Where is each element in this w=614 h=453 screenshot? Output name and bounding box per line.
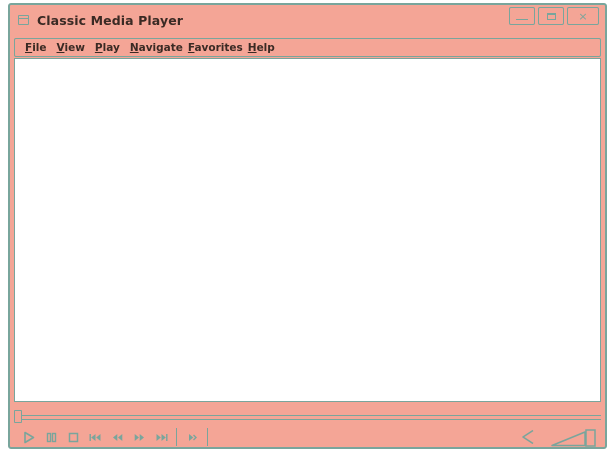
menu-view[interactable]: View [57, 42, 85, 54]
close-button[interactable]: × [567, 7, 599, 25]
title-bar[interactable]: Classic Media Player × [10, 5, 605, 37]
minimize-icon [516, 19, 528, 20]
menu-bar: File View Play Navigate Favorites Help [14, 38, 601, 57]
skip-back-icon [89, 433, 100, 441]
seek-thumb[interactable] [14, 410, 22, 423]
pause-button[interactable] [44, 430, 58, 444]
fast-forward-button[interactable] [132, 430, 146, 444]
menu-file[interactable]: File [25, 42, 47, 54]
menu-label: avigate [138, 41, 183, 54]
menu-favorites[interactable]: Favorites [188, 42, 243, 54]
pause-icon [46, 432, 56, 442]
menu-label: elp [256, 41, 275, 54]
stop-button[interactable] [66, 430, 80, 444]
fast-forward-icon [134, 433, 144, 441]
menu-mnemonic: N [129, 41, 139, 54]
play-button[interactable] [22, 430, 36, 444]
skip-forward-button[interactable] [154, 430, 168, 444]
seek-bar[interactable] [14, 410, 601, 423]
close-icon: × [578, 9, 588, 23]
media-player-window: Classic Media Player × File View Play Na… [8, 3, 607, 449]
controls-separator [207, 428, 208, 446]
minimize-button[interactable] [509, 7, 535, 25]
menu-help[interactable]: Help [248, 42, 275, 54]
play-icon [24, 431, 35, 443]
skip-back-button[interactable] [88, 430, 102, 444]
volume-slider[interactable] [551, 427, 597, 447]
menu-mnemonic: P [94, 41, 103, 54]
rewind-icon [112, 433, 122, 441]
maximize-button[interactable] [538, 7, 564, 25]
volume-thumb[interactable] [585, 429, 596, 447]
menu-label: ile [32, 41, 47, 54]
menu-label: lay [102, 41, 120, 54]
maximize-icon [546, 12, 556, 20]
rewind-button[interactable] [110, 430, 124, 444]
playback-controls [22, 428, 216, 446]
window-title: Classic Media Player [37, 13, 184, 28]
menu-play[interactable]: Play [95, 42, 120, 54]
speaker-icon [522, 429, 534, 445]
menu-label: avorites [194, 41, 243, 54]
menu-navigate[interactable]: Navigate [130, 42, 183, 54]
volume-wedge [551, 429, 596, 447]
controls-separator [176, 428, 177, 446]
stop-icon [68, 432, 78, 442]
frame-step-icon [188, 433, 197, 441]
volume-area [521, 426, 597, 448]
skip-forward-icon [156, 433, 168, 441]
app-window-icon [18, 15, 29, 25]
video-display-area[interactable] [14, 58, 601, 402]
menu-label: iew [64, 41, 85, 54]
window-controls: × [509, 7, 599, 25]
frame-step-button[interactable] [185, 430, 199, 444]
mute-button[interactable] [521, 429, 535, 445]
menu-mnemonic: H [247, 41, 257, 54]
